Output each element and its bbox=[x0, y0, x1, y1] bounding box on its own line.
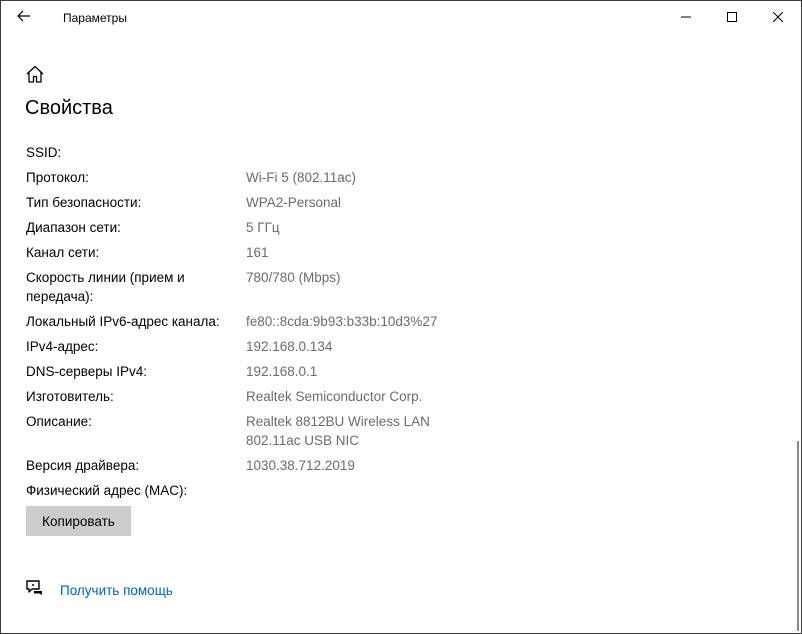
back-button[interactable] bbox=[1, 1, 47, 35]
property-row-protocol: Протокол: Wi-Fi 5 (802.11ac) bbox=[26, 168, 546, 187]
property-row-ssid: SSID: bbox=[26, 143, 546, 162]
property-row-link-speed: Скорость линии (прием и передача): 780/7… bbox=[26, 268, 546, 306]
property-label: Физический адрес (MAC): bbox=[26, 483, 188, 498]
scrollbar[interactable] bbox=[797, 441, 799, 631]
property-label: Скорость линии (прием и передача): bbox=[26, 270, 185, 304]
property-value: WPA2-Personal bbox=[246, 195, 342, 210]
property-label: Описание: bbox=[26, 414, 92, 429]
maximize-icon bbox=[727, 9, 737, 27]
properties-list: SSID: Протокол: Wi-Fi 5 (802.11ac) Тип б… bbox=[26, 143, 546, 506]
home-button[interactable] bbox=[25, 65, 47, 87]
property-row-security-type: Тип безопасности: WPA2-Personal bbox=[26, 193, 546, 212]
minimize-icon bbox=[681, 9, 691, 27]
property-value: fe80::8cda:9b93:b33b:10d3%27 bbox=[246, 314, 438, 329]
close-button[interactable] bbox=[755, 1, 801, 35]
property-row-ipv6: Локальный IPv6-адрес канала: fe80::8cda:… bbox=[26, 312, 546, 331]
help-section: Получить помощь bbox=[25, 579, 173, 602]
settings-window: Параметры Свойства SSID: Протокол: Wi-Fi… bbox=[0, 0, 802, 634]
property-label: SSID: bbox=[26, 145, 62, 160]
property-row-manufacturer: Изготовитель: Realtek Semiconductor Corp… bbox=[26, 387, 546, 406]
property-row-network-band: Диапазон сети: 5 ГГц bbox=[26, 218, 546, 237]
home-icon bbox=[25, 65, 45, 87]
property-row-ipv4: IPv4-адрес: 192.168.0.134 bbox=[26, 337, 546, 356]
property-row-network-channel: Канал сети: 161 bbox=[26, 243, 546, 262]
property-label: DNS-серверы IPv4: bbox=[26, 364, 148, 379]
property-value: 192.168.0.134 bbox=[246, 339, 333, 354]
copy-button[interactable]: Копировать bbox=[26, 506, 131, 536]
property-value: 192.168.0.1 bbox=[246, 364, 318, 379]
close-icon bbox=[772, 9, 784, 27]
property-label: Тип безопасности: bbox=[26, 195, 142, 210]
property-row-driver-version: Версия драйвера: 1030.38.712.2019 bbox=[26, 456, 546, 475]
property-label: Протокол: bbox=[26, 170, 89, 185]
property-value: 780/780 (Mbps) bbox=[246, 270, 341, 285]
property-value: Realtek 8812BU Wireless LAN 802.11ac USB… bbox=[246, 414, 430, 448]
property-row-dns: DNS-серверы IPv4: 192.168.0.1 bbox=[26, 362, 546, 381]
property-value: Realtek Semiconductor Corp. bbox=[246, 389, 423, 404]
property-label: Изготовитель: bbox=[26, 389, 114, 404]
property-label: Локальный IPv6-адрес канала: bbox=[26, 314, 220, 329]
property-value: 1030.38.712.2019 bbox=[246, 458, 355, 473]
help-chat-icon bbox=[25, 579, 45, 602]
back-arrow-icon bbox=[17, 9, 31, 27]
property-label: Диапазон сети: bbox=[26, 220, 121, 235]
maximize-button[interactable] bbox=[709, 1, 755, 35]
property-value: 5 ГГц bbox=[246, 220, 280, 235]
page-title: Свойства bbox=[25, 97, 113, 119]
window-title: Параметры bbox=[63, 11, 127, 25]
property-row-description: Описание: Realtek 8812BU Wireless LAN 80… bbox=[26, 412, 546, 450]
get-help-link[interactable]: Получить помощь bbox=[60, 583, 173, 598]
property-label: Версия драйвера: bbox=[26, 458, 140, 473]
property-label: Канал сети: bbox=[26, 245, 100, 260]
property-row-mac: Физический адрес (MAC): bbox=[26, 481, 546, 500]
property-value: Wi-Fi 5 (802.11ac) bbox=[246, 170, 357, 185]
property-label: IPv4-адрес: bbox=[26, 339, 99, 354]
property-value: 161 bbox=[246, 245, 269, 260]
title-bar: Параметры bbox=[1, 1, 801, 35]
minimize-button[interactable] bbox=[663, 1, 709, 35]
window-controls bbox=[663, 1, 801, 35]
